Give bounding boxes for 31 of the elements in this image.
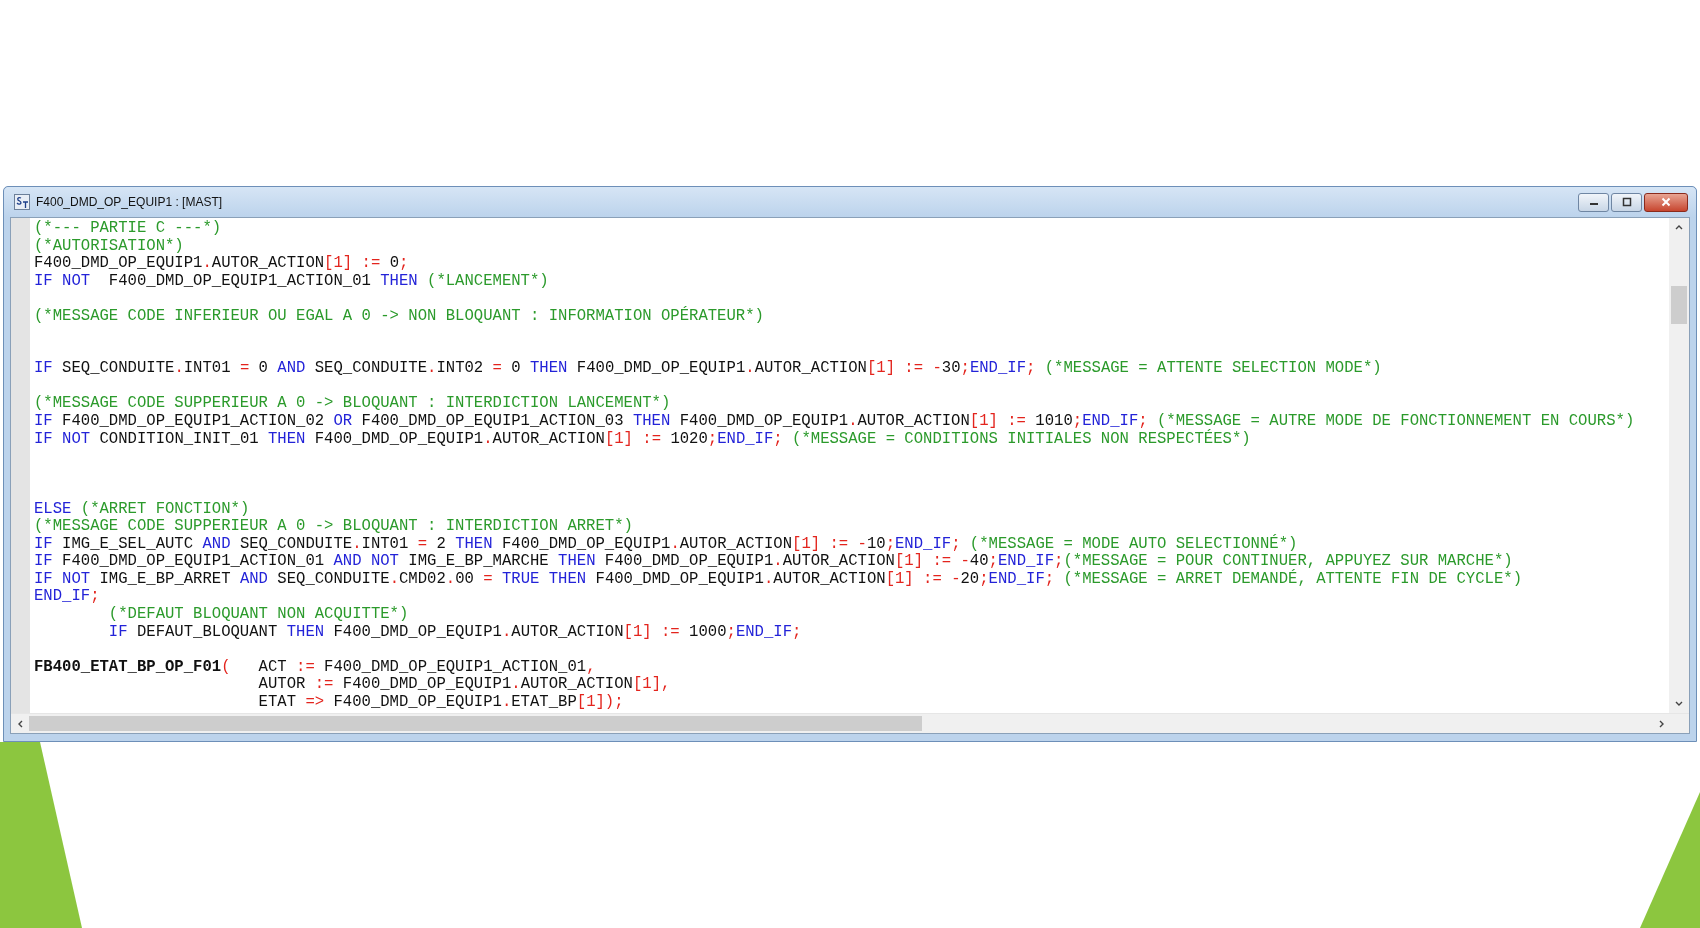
code-line: IF NOT CONDITION_INIT_01 THEN F400_DMD_OP_EQUIP1.AUTOR_ACTION[1] := 1020;END_IF; (*MESSAGE = CONDITIONS INITIALES NON RESPECTÉES*) [34, 430, 1251, 449]
horizontal-scrollbar[interactable] [11, 713, 1689, 733]
vertical-scrollbar[interactable] [1669, 218, 1689, 713]
code-line: (*--- PARTIE C ---*) [34, 220, 222, 238]
window-title: F400_DMD_OP_EQUIP1 : [MAST] [36, 195, 223, 209]
code-line: AUTOR := F400_DMD_OP_EQUIP1.AUTOR_ACTION[1], [257, 676, 671, 694]
close-button[interactable] [1644, 192, 1688, 212]
code-line: ELSE (*ARRET FONCTION*) [34, 500, 250, 518]
code-line: IF F400_DMD_OP_EQUIP1_ACTION_02 OR F400_DMD_OP_EQUIP1_ACTION_03 THEN F400_DMD_OP_EQUIP1.AUTOR_ACTION[1] := 1010;END_IF; (*MESSAGE = AUTRE MODE DE FONCTIONNEMENT EN COURS*) [34, 413, 1635, 430]
close-icon[interactable] [1661, 197, 1671, 207]
code-line: (*AUTORISATION*) [34, 237, 184, 256]
code-line: END_IF; [34, 588, 100, 607]
code-line: ETAT => F400_DMD_OP_EQUIP1.ETAT_BP[1]); [257, 693, 624, 712]
code-line: IF NOT IMG_E_BP_ARRET AND SEQ_CONDUITE.CMD02.00 = TRUE THEN F400_DMD_OP_EQUIP1.AUTOR_ACTION[1] := -20;END_IF; (*MESSAGE = ARRET DEMANDÉ, ATTENTE FIN DE CYCLE*) [34, 570, 1522, 589]
code-line: FB400_ETAT_BP_OP_F01( ACT := F400_DMD_OP_EQUIP1_ACTION_01, [34, 658, 596, 677]
code-line: F400_DMD_OP_EQUIP1.AUTOR_ACTION[1] := 0; [34, 255, 409, 273]
minimize-button[interactable] [1578, 192, 1609, 212]
maximize-icon[interactable] [1621, 197, 1632, 207]
code-line: IF F400_DMD_OP_EQUIP1_ACTION_01 AND NOT IMG_E_BP_MARCHE THEN F400_DMD_OP_EQUIP1.AUTOR_ACTION[1] := -40;END_IF;(*MESSAGE = POUR CONTINUER, APPUYEZ SUR MARCHE*) [34, 553, 1513, 571]
code-line: IF DEFAUT_BLOQUANT THEN F400_DMD_OP_EQUIP1.AUTOR_ACTION[1] := 1000;END_IF; [107, 623, 802, 642]
code-line: IF NOT F400_DMD_OP_EQUIP1_ACTION_01 THEN (*LANCEMENT*) [34, 272, 549, 291]
structured-text-icon [14, 194, 30, 210]
code-line: (*MESSAGE CODE SUPPERIEUR A 0 -> BLOQUANT : INTERDICTION LANCEMENT*) [34, 395, 671, 413]
code-line: IF IMG_E_SEL_AUTC AND SEQ_CONDUITE.INT01 = 2 THEN F400_DMD_OP_EQUIP1.AUTOR_ACTION[1] := -10;END_IF; (*MESSAGE = MODE AUTO SELECTIONNÉ*) [34, 535, 1298, 553]
code-line: (*DEFAUT BLOQUANT NON ACQUITTE*) [107, 606, 409, 624]
code-line: (*MESSAGE CODE INFERIEUR OU EGAL A 0 -> NON BLOQUANT : INFORMATION OPÉRATEUR*) [34, 307, 764, 326]
scrollbar-thumb[interactable] [1671, 286, 1687, 324]
scrollbar-thumb[interactable] [29, 716, 923, 731]
code-line: (*MESSAGE CODE SUPPERIEUR A 0 -> BLOQUANT : INTERDICTION ARRET*) [34, 518, 633, 536]
maximize-button[interactable] [1611, 192, 1642, 212]
code-line: IF SEQ_CONDUITE.INT01 = 0 AND SEQ_CONDUITE.INT02 = 0 THEN F400_DMD_OP_EQUIP1.AUTOR_ACTION[1] := -30;END_IF; (*MESSAGE = ATTENTE SELECTION MODE*) [34, 360, 1382, 378]
